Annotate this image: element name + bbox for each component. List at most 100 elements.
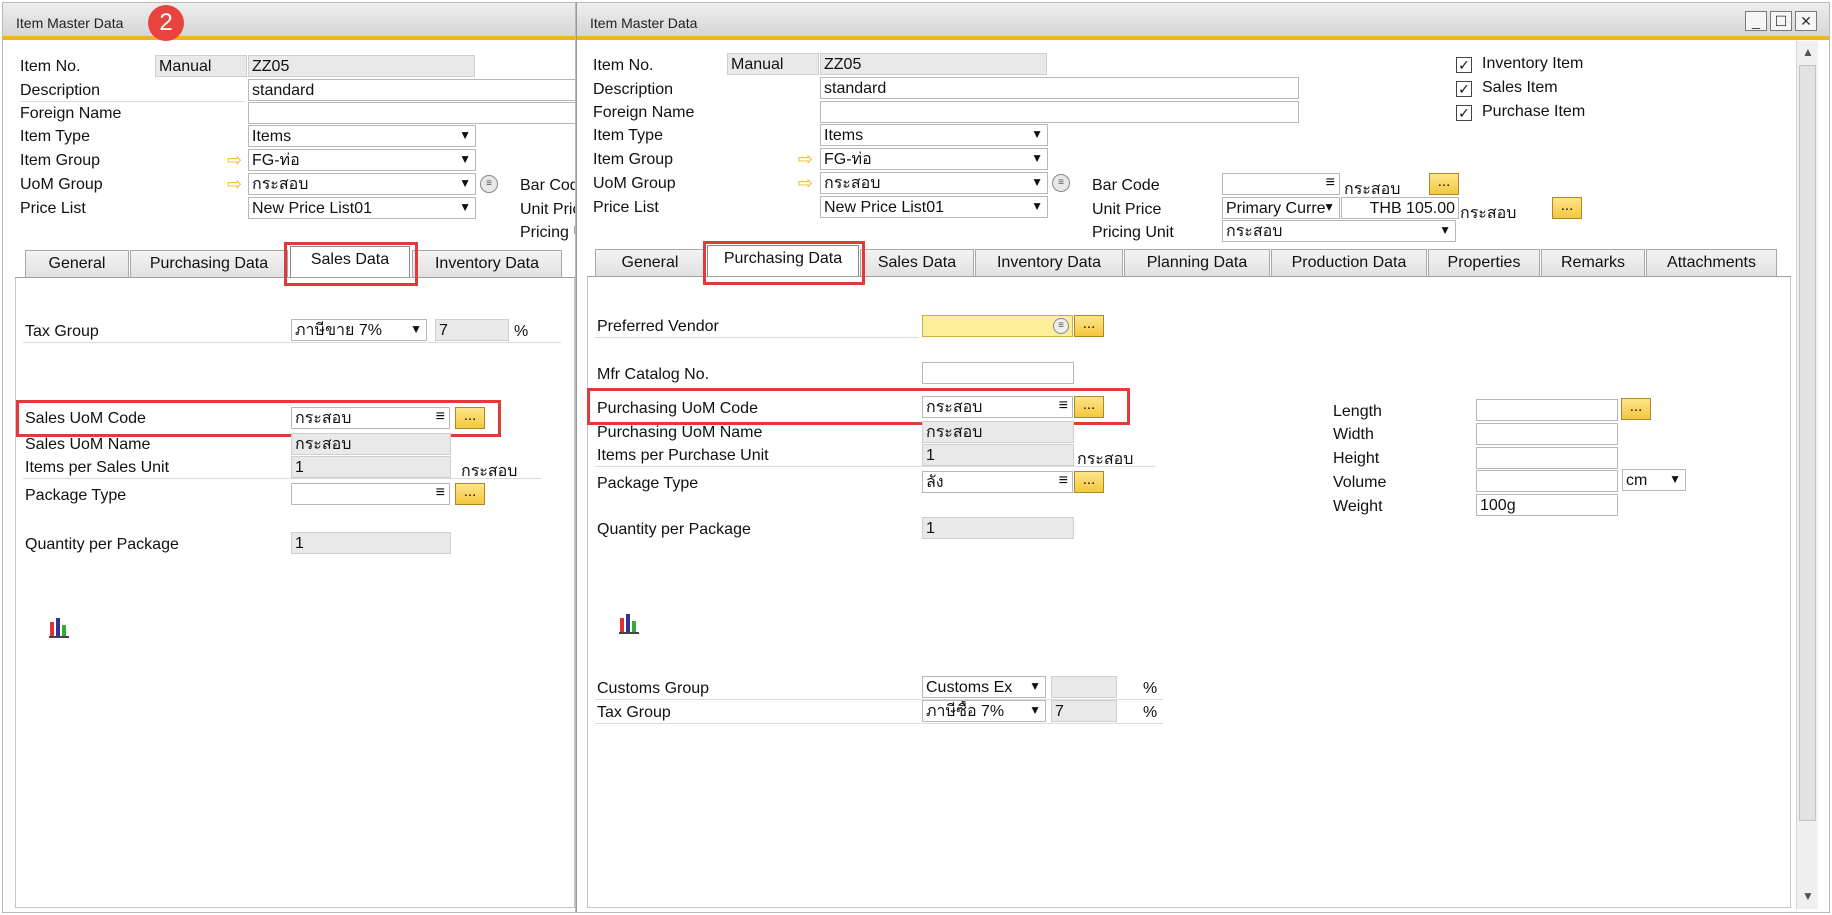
length-field[interactable] <box>1476 399 1618 421</box>
volume-unit-select[interactable]: cm ▼ <box>1622 469 1686 491</box>
tax-group-select[interactable]: ภาษีซื้อ 7% ▼ <box>922 700 1046 722</box>
list-icon[interactable]: ≡ <box>1326 174 1335 192</box>
scroll-thumb[interactable] <box>1799 65 1816 821</box>
divider <box>595 337 919 338</box>
description-field[interactable]: standard <box>248 79 575 101</box>
items-per-purch-unit-field[interactable]: 1 <box>922 444 1074 466</box>
volume-field[interactable] <box>1476 470 1618 492</box>
arrow-right-icon[interactable]: ⇨ <box>798 150 813 168</box>
mfr-catalog-field[interactable] <box>922 362 1074 384</box>
item-type-select[interactable]: Items ▼ <box>248 125 476 147</box>
description-field[interactable]: standard <box>820 77 1299 99</box>
bar-code-field[interactable]: ≡ <box>1222 173 1340 195</box>
weight-label: Weight <box>1333 498 1383 515</box>
item-master-window-left: Item Master Data 2 Item No. Manual ZZ05 … <box>2 2 576 913</box>
sales-uom-name-field[interactable]: กระสอบ <box>291 433 451 455</box>
tax-rate-field[interactable]: 7 <box>435 319 509 341</box>
vertical-scrollbar[interactable]: ▲ ▼ <box>1796 41 1818 909</box>
tab-production-data[interactable]: Production Data <box>1271 249 1427 276</box>
purch-uom-name-field[interactable]: กระสอบ <box>922 421 1074 443</box>
foreign-name-label: Foreign Name <box>593 104 695 121</box>
tab-attachments[interactable]: Attachments <box>1646 249 1777 276</box>
volume-unit-value: cm <box>1626 472 1648 489</box>
items-per-sales-unit-field[interactable]: 1 <box>291 456 451 478</box>
arrow-right-icon[interactable]: ⇨ <box>227 151 242 169</box>
maximize-icon[interactable]: ☐ <box>1770 11 1792 31</box>
series-field[interactable]: Manual <box>727 53 819 75</box>
unit-price-lookup-button[interactable]: ... <box>1552 197 1582 219</box>
purchase-item-label: Purchase Item <box>1482 103 1586 120</box>
tab-properties[interactable]: Properties <box>1428 249 1540 276</box>
qty-per-package-field[interactable]: 1 <box>922 517 1074 539</box>
tab-planning-data[interactable]: Planning Data <box>1124 249 1270 276</box>
item-group-value: FG-ท่อ <box>824 151 872 168</box>
tax-group-label: Tax Group <box>597 704 671 721</box>
preferred-vendor-lookup-button[interactable]: ... <box>1074 315 1104 337</box>
width-field[interactable] <box>1476 423 1618 445</box>
titlebar[interactable]: Item Master Data 2 <box>3 3 575 41</box>
preferred-vendor-field[interactable]: ≡ <box>922 315 1073 337</box>
arrow-right-icon[interactable]: ⇨ <box>798 174 813 192</box>
tab-purchasing-data[interactable]: Purchasing Data <box>130 250 288 277</box>
tab-inventory-data[interactable]: Inventory Data <box>412 250 562 277</box>
length-lookup-button[interactable]: ... <box>1621 398 1651 420</box>
item-type-value: Items <box>824 127 864 144</box>
close-icon[interactable]: ✕ <box>1795 11 1817 31</box>
purchase-item-checkbox[interactable]: ✓ <box>1456 105 1472 121</box>
price-list-label: Price List <box>20 200 86 217</box>
minimize-icon[interactable]: _ <box>1745 11 1767 31</box>
price-list-select[interactable]: New Price List01 ▼ <box>248 197 476 219</box>
price-list-value: New Price List01 <box>252 200 373 217</box>
unit-price-currency-select[interactable]: Primary Curre ▼ <box>1222 197 1340 219</box>
tax-group-select[interactable]: ภาษีขาย 7% ▼ <box>291 319 427 341</box>
tab-remarks[interactable]: Remarks <box>1541 249 1645 276</box>
list-icon[interactable]: ≡ <box>480 175 498 193</box>
chart-icon[interactable] <box>48 616 70 638</box>
titlebar[interactable]: Item Master Data _ ☐ ✕ <box>577 3 1829 40</box>
package-type-lookup-button[interactable]: ... <box>455 483 485 505</box>
list-icon[interactable]: ≡ <box>1053 318 1069 334</box>
series-field[interactable]: Manual <box>155 55 247 77</box>
tab-sales-data[interactable]: Sales Data <box>860 249 974 276</box>
sales-item-checkbox[interactable]: ✓ <box>1456 81 1472 97</box>
arrow-right-icon[interactable]: ⇨ <box>227 175 242 193</box>
tab-general[interactable]: General <box>595 249 705 276</box>
height-field[interactable] <box>1476 447 1618 469</box>
scroll-up-icon[interactable]: ▲ <box>1802 45 1814 59</box>
customs-group-select[interactable]: Customs Ex ▼ <box>922 676 1046 698</box>
chevron-down-icon: ▼ <box>1031 199 1043 213</box>
item-no-field[interactable]: ZZ05 <box>248 55 475 77</box>
scroll-down-icon[interactable]: ▼ <box>1802 889 1814 903</box>
foreign-name-label: Foreign Name <box>20 105 122 122</box>
customs-rate-field[interactable] <box>1051 676 1117 698</box>
package-type-lookup-button[interactable]: ... <box>1074 471 1104 493</box>
tax-rate-field[interactable]: 7 <box>1051 700 1117 722</box>
pricing-unit-select[interactable]: กระสอบ ▼ <box>1222 220 1456 242</box>
price-list-select[interactable]: New Price List01 ▼ <box>820 196 1048 218</box>
uom-group-select[interactable]: กระสอบ ▼ <box>820 172 1048 194</box>
item-group-select[interactable]: FG-ท่อ ▼ <box>820 148 1048 170</box>
unit-price-field[interactable]: THB 105.00 <box>1341 197 1459 219</box>
package-type-field[interactable]: ≡ <box>291 483 450 505</box>
tab-general[interactable]: General <box>25 250 129 277</box>
tab-inventory-data[interactable]: Inventory Data <box>975 249 1123 276</box>
item-type-select[interactable]: Items ▼ <box>820 124 1048 146</box>
chart-icon[interactable] <box>618 612 640 634</box>
item-no-field[interactable]: ZZ05 <box>820 53 1047 75</box>
foreign-name-field[interactable] <box>820 101 1299 123</box>
chevron-down-icon: ▼ <box>459 128 471 142</box>
weight-field[interactable]: 100g <box>1476 494 1618 516</box>
package-type-field[interactable]: ลัง ≡ <box>922 471 1073 493</box>
list-icon[interactable]: ≡ <box>1052 174 1070 192</box>
list-icon[interactable]: ≡ <box>1059 472 1068 490</box>
uom-group-label: UoM Group <box>593 175 676 192</box>
sales-uom-name-label: Sales UoM Name <box>25 436 151 453</box>
bar-code-lookup-button[interactable]: ... <box>1429 173 1459 195</box>
inventory-item-checkbox[interactable]: ✓ <box>1456 57 1472 73</box>
list-icon[interactable]: ≡ <box>436 484 445 502</box>
item-group-select[interactable]: FG-ท่อ ▼ <box>248 149 476 171</box>
uom-group-select[interactable]: กระสอบ ▼ <box>248 173 476 195</box>
foreign-name-field[interactable] <box>248 102 575 124</box>
bar-code-label: Bar Code <box>1092 177 1160 194</box>
qty-per-package-field[interactable]: 1 <box>291 532 451 554</box>
